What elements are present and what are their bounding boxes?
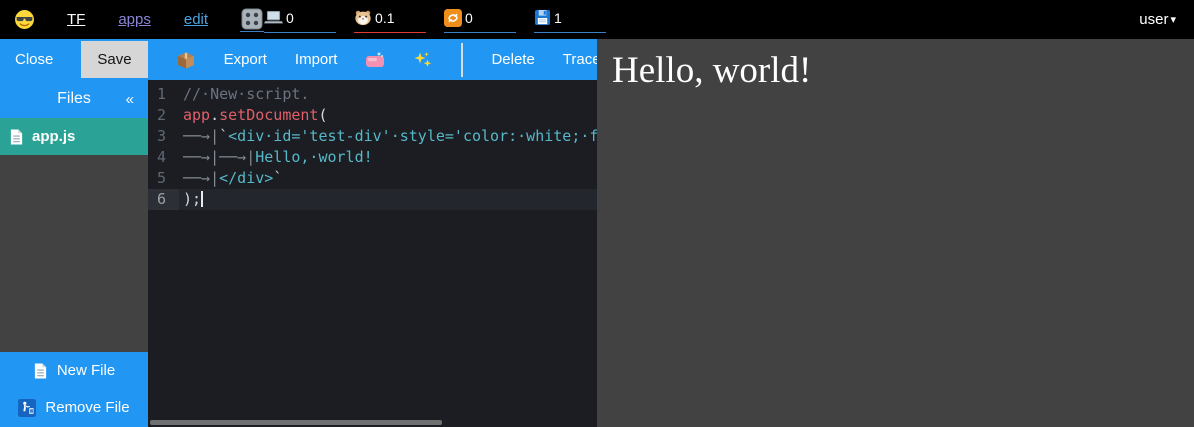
package-icon (176, 50, 196, 70)
nav-link-edit[interactable]: edit (184, 11, 208, 28)
page-icon (9, 128, 24, 146)
stat-saves-value: 1 (554, 10, 562, 26)
code-line: 4 ──→|──→|Hello,·world! (148, 147, 597, 168)
file-list-empty-area (0, 155, 148, 352)
files-panel-header: Files « (0, 80, 148, 118)
app-window: TF apps edit 0 0.1 0 (0, 0, 1194, 427)
floppy-disk-icon (534, 9, 551, 26)
preview-hello-text: Hello, world! (597, 39, 1194, 92)
soap-icon (365, 51, 385, 68)
code-editor[interactable]: 1 //·New·script. 2 app.setDocument( 3 ──… (148, 80, 597, 427)
editor-toolbar: Close Save Export Import Delete Trace (0, 39, 597, 80)
new-file-label: New File (57, 362, 115, 379)
stat-saves[interactable]: 1 (534, 7, 606, 33)
hamster-icon (354, 9, 372, 26)
collapse-sidebar-button[interactable]: « (126, 91, 134, 108)
files-panel-title: Files (57, 90, 91, 108)
horizontal-scrollbar[interactable] (150, 420, 442, 425)
line-number: 3 (148, 126, 179, 147)
line-number: 5 (148, 168, 179, 189)
sidebar-actions: New File Remove File (0, 352, 148, 427)
tab-marker: ──→| (183, 148, 219, 166)
top-menu-bar: TF apps edit 0 0.1 0 (0, 0, 1194, 39)
stat-sync[interactable]: 0 (444, 7, 516, 33)
save-button[interactable]: Save (81, 41, 147, 78)
user-menu[interactable]: user ▾ (1139, 11, 1176, 28)
text-cursor (201, 191, 203, 207)
stat-laptop-value: 0 (286, 10, 294, 26)
import-button[interactable]: Import (295, 51, 338, 68)
line-number: 2 (148, 105, 179, 126)
code-line: 3 ──→|`<div·id='test-div'·style='color:·… (148, 126, 597, 147)
sparkles-icon (413, 50, 433, 70)
stat-sync-value: 0 (465, 10, 473, 26)
line-number: 4 (148, 147, 179, 168)
dice-button[interactable] (240, 8, 264, 32)
blank-button[interactable] (461, 43, 463, 77)
file-name: app.js (32, 128, 75, 145)
sunglasses-smiley-icon[interactable] (14, 9, 35, 30)
laptop-icon (264, 10, 283, 25)
new-file-button[interactable]: New File (0, 352, 148, 389)
line-number: 6 (148, 189, 179, 210)
code-line: 2 app.setDocument( (148, 105, 597, 126)
stat-hamster-value: 0.1 (375, 10, 394, 26)
user-menu-label: user (1139, 11, 1168, 28)
tab-marker: ──→| (219, 148, 255, 166)
litter-disposal-icon (18, 399, 36, 417)
remove-file-label: Remove File (45, 399, 129, 416)
stat-laptop[interactable]: 0 (264, 7, 336, 33)
close-button[interactable]: Close (15, 51, 53, 68)
export-button[interactable]: Export (224, 51, 267, 68)
code-line: 5 ──→|</div>` (148, 168, 597, 189)
sparkles-button[interactable] (413, 50, 433, 70)
nav-link-apps[interactable]: apps (118, 11, 151, 28)
package-button[interactable] (176, 50, 196, 70)
tab-marker: ──→| (183, 127, 219, 145)
preview-pane: Hello, world! (597, 39, 1194, 427)
trace-button[interactable]: Trace (563, 51, 601, 68)
file-item-appjs[interactable]: app.js (0, 118, 148, 155)
code-line-active: 6 ); (148, 189, 597, 210)
soap-button[interactable] (365, 51, 385, 68)
chevron-down-icon: ▾ (1170, 13, 1176, 26)
stat-hamster[interactable]: 0.1 (354, 7, 426, 33)
tab-marker: ──→| (183, 169, 219, 187)
nav-link-tf[interactable]: TF (67, 11, 85, 28)
clockwise-arrows-icon (444, 9, 462, 27)
delete-button[interactable]: Delete (491, 51, 534, 68)
remove-file-button[interactable]: Remove File (0, 389, 148, 426)
die-face-four-icon (241, 8, 263, 30)
line-number: 1 (148, 84, 179, 105)
code-line: 1 //·New·script. (148, 84, 597, 105)
page-icon (33, 362, 48, 380)
